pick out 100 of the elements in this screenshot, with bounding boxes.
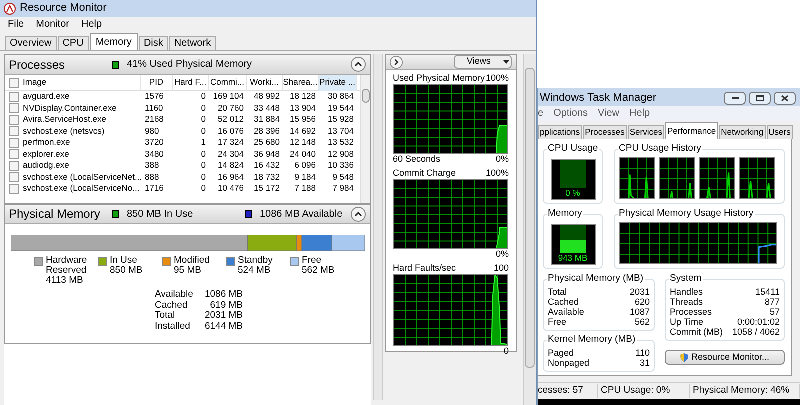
tab[interactable]: Disk: [138, 36, 168, 50]
legend-value: 850 MB: [110, 266, 144, 276]
scrollbar[interactable]: [360, 75, 370, 203]
checkbox[interactable]: [9, 160, 19, 171]
tab[interactable]: Processes: [583, 125, 627, 139]
checkbox[interactable]: [9, 114, 19, 125]
table-cell-text: 0: [200, 183, 207, 194]
legend-value: 524 MB: [238, 266, 272, 276]
menu-item[interactable]: Help: [630, 106, 650, 121]
scrollbar[interactable]: [373, 54, 383, 400]
tab[interactable]: CPU: [58, 36, 89, 50]
legend-icon: [245, 210, 252, 218]
table-cell-text: 13 904: [289, 102, 317, 114]
table-cell-text: 15 172: [253, 183, 281, 194]
tab[interactable]: Network: [169, 36, 216, 50]
column-header[interactable]: Commi...: [209, 74, 247, 90]
table-cell-text: Avira.ServiceHost.exe: [22, 114, 108, 126]
group-title: Memory: [547, 208, 584, 220]
table-cell-text: 980: [144, 126, 160, 137]
status-text: Physical Memory: 46%: [690, 384, 800, 398]
menu-item[interactable]: Help: [81, 17, 102, 32]
column-header[interactable]: Worki...: [247, 74, 283, 90]
table-cell-text: 1160: [144, 102, 164, 114]
table-cell-text: 7 984: [332, 183, 355, 194]
stat-label: Handles: [670, 287, 704, 297]
tab[interactable]: Memory: [90, 33, 138, 50]
panel-header[interactable]: Physical Memory 850 MB In Use 1086 MB Available: [5, 205, 370, 224]
table-cell-text: 14 824: [217, 160, 245, 172]
table-cell-text: 16 964: [217, 172, 245, 183]
table-cell-text: audiodg.exe: [22, 160, 70, 172]
axis-min: 0%: [496, 154, 509, 165]
table-cell-text: 25 680: [253, 137, 281, 148]
collapse-icon[interactable]: [351, 57, 366, 72]
tab[interactable]: Networking: [719, 125, 766, 139]
views-button[interactable]: Views: [454, 55, 512, 69]
graph-title: Hard Faults/sec: [393, 263, 456, 274]
table-cell-text: 19 544: [327, 102, 355, 114]
table-cell-text: 0: [200, 102, 207, 114]
tab[interactable]: Overview: [5, 36, 57, 50]
checkbox[interactable]: [9, 149, 19, 160]
menu-item[interactable]: Options: [554, 106, 588, 121]
meter-reading: 943 MB: [558, 253, 588, 263]
table-cell-text: explorer.exe: [22, 148, 70, 160]
axis-min: 0%: [496, 249, 509, 260]
graph-drawing: [619, 157, 655, 199]
meter-track: [560, 160, 586, 188]
checkbox[interactable]: [9, 103, 19, 114]
axis-min: 0: [504, 346, 509, 357]
table-cell-text: 388: [144, 160, 160, 172]
table-cell-text: 6 096: [294, 160, 317, 172]
column-header[interactable]: Image: [19, 74, 141, 90]
collapse-icon[interactable]: [351, 206, 366, 222]
expand-icon[interactable]: [390, 56, 403, 68]
checkbox[interactable]: [9, 172, 19, 182]
panel-header[interactable]: Processes 41% Used Physical Memory: [5, 55, 370, 75]
checkbox[interactable]: [9, 126, 19, 136]
close-button[interactable]: [774, 92, 796, 104]
resource-monitor-button[interactable]: Resource Monitor...: [665, 350, 785, 365]
table-cell-text: 24 304: [217, 148, 245, 160]
table-cell-text: 3480: [144, 148, 165, 160]
stat-value: 620: [634, 297, 650, 307]
menu-item[interactable]: View: [598, 106, 620, 121]
table-cell-text: 33 448: [253, 102, 281, 114]
column-header[interactable]: Hard F...: [173, 74, 209, 90]
menu-item[interactable]: File: [8, 17, 24, 32]
group-title: CPU Usage: [547, 143, 600, 155]
tab[interactable]: Users: [766, 125, 793, 139]
stat-value: 0:00:01:02: [737, 317, 780, 327]
tab[interactable]: Services: [628, 125, 664, 139]
checkbox[interactable]: [9, 92, 19, 102]
shield-icon: [680, 352, 690, 362]
table-cell-text: 0: [200, 160, 207, 172]
tab[interactable]: pplications: [538, 125, 582, 139]
checkbox[interactable]: [9, 78, 19, 88]
maximize-button[interactable]: [749, 92, 771, 104]
table-cell-text: 7 188: [294, 183, 317, 194]
graph-drawing: [659, 157, 695, 199]
stat-value: 562: [634, 317, 650, 327]
graph-drawing: [699, 157, 735, 199]
group-title: System: [669, 273, 703, 285]
stat-label: Cached: [155, 300, 189, 311]
panel-title: Processes: [9, 56, 66, 74]
stat-label: Installed: [155, 322, 192, 332]
checkbox[interactable]: [9, 138, 19, 148]
table-cell-text: 12 148: [289, 137, 317, 148]
table-cell-text: 12 908: [327, 148, 355, 160]
tab[interactable]: Performance: [665, 122, 718, 139]
table-cell-text: svchost.exe (netsvcs): [22, 126, 106, 137]
legend-label: Standby: [238, 256, 274, 266]
table-cell-text: 10 476: [217, 183, 245, 194]
table-cell-text: 36 948: [253, 148, 281, 160]
checkbox[interactable]: [9, 184, 19, 194]
table-cell-text: 28 396: [253, 126, 281, 137]
menu-item[interactable]: e: [538, 106, 544, 121]
column-header[interactable]: Private ...: [319, 74, 357, 90]
column-header[interactable]: PID: [141, 74, 173, 90]
menu-item[interactable]: Monitor: [36, 17, 70, 32]
scrollbar[interactable]: [523, 54, 536, 405]
stat-label: Processes: [670, 307, 712, 317]
minimize-button[interactable]: [724, 92, 746, 104]
